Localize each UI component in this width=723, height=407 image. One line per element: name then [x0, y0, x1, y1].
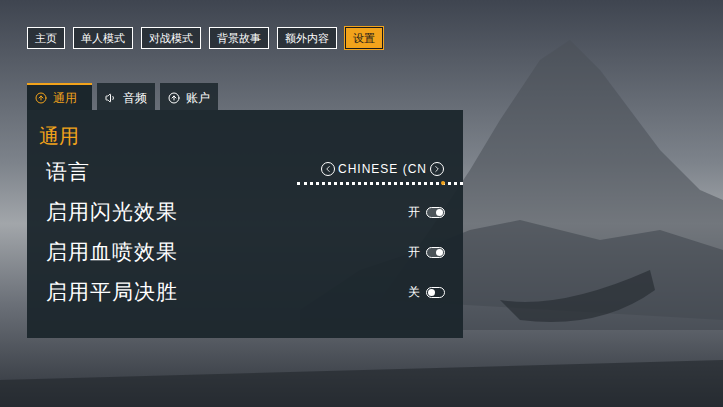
speaker-icon — [105, 92, 117, 104]
toggle-switch[interactable] — [426, 207, 445, 218]
next-button[interactable] — [430, 162, 444, 176]
toggle-control[interactable]: 开 — [408, 203, 445, 221]
account-icon — [168, 92, 180, 104]
chevron-right-icon — [432, 164, 442, 174]
previous-button[interactable] — [321, 162, 335, 176]
toggle-control[interactable]: 关 — [408, 283, 445, 301]
nav-button[interactable]: 主页 — [27, 27, 65, 49]
language-selector[interactable]: CHINESE (CN — [297, 160, 463, 185]
settings-tab[interactable]: 通用 — [27, 83, 92, 110]
settings-panel: 通用语言CHINESE (CN启用闪光效果开启用血喷效果开启用平局决胜关 — [27, 110, 463, 338]
setting-row: 启用血喷效果 开 — [27, 232, 463, 272]
nav-button[interactable]: 对战模式 — [141, 27, 201, 49]
toggle-switch[interactable] — [426, 287, 445, 298]
setting-row: 语言 CHINESE (CN — [27, 152, 463, 192]
setting-row: 启用平局决胜 关 — [27, 272, 463, 312]
setting-row: 启用闪光效果 开 — [27, 192, 463, 232]
toggle-state: 开 — [408, 243, 420, 261]
toggle-knob — [436, 249, 443, 256]
nav-button[interactable]: 设置 — [345, 27, 383, 49]
toggle-state: 开 — [408, 203, 420, 221]
nav-button[interactable]: 单人模式 — [73, 27, 133, 49]
settings-tab[interactable]: 账户 — [160, 83, 218, 110]
setting-label: 启用平局决胜 — [46, 276, 178, 308]
option-marker — [441, 181, 445, 185]
setting-label: 启用血喷效果 — [46, 236, 178, 268]
top-nav: 主页单人模式对战模式背景故事额外内容设置 — [27, 27, 723, 49]
settings-tabs: 通用音频账户 — [27, 83, 723, 110]
setting-label: 启用闪光效果 — [46, 196, 178, 228]
toggle-knob — [436, 209, 443, 216]
settings-tab[interactable]: 音频 — [97, 83, 155, 110]
toggle-state: 关 — [408, 283, 420, 301]
chevron-left-icon — [323, 164, 333, 174]
toggle-control[interactable]: 开 — [408, 243, 445, 261]
settings-screen: 主页单人模式对战模式背景故事额外内容设置通用音频账户通用语言CHINESE (C… — [0, 0, 723, 407]
setting-label: 语言 — [46, 156, 90, 188]
general-icon — [35, 92, 47, 104]
language-value: CHINESE (CN — [338, 160, 427, 178]
option-track — [297, 181, 463, 185]
panel-title: 通用 — [27, 122, 463, 150]
nav-button[interactable]: 背景故事 — [209, 27, 269, 49]
nav-button[interactable]: 额外内容 — [277, 27, 337, 49]
toggle-knob — [428, 289, 435, 296]
toggle-switch[interactable] — [426, 247, 445, 258]
